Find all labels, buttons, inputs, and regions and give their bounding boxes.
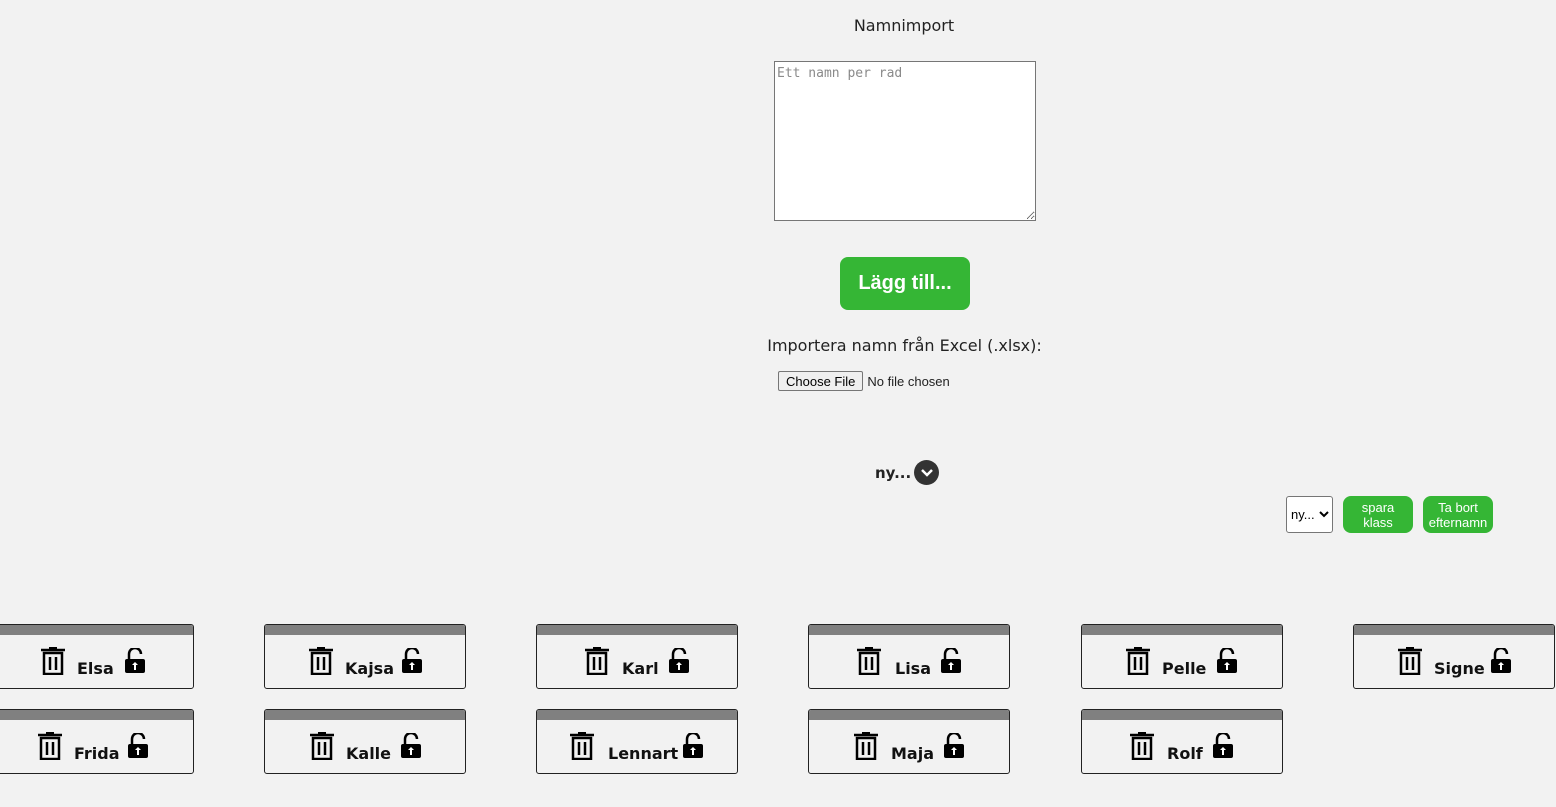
trash-icon[interactable] [40,647,66,679]
file-status: No file chosen [867,373,950,389]
card-drag-bar[interactable] [809,625,1009,635]
card-drag-bar[interactable] [809,710,1009,720]
student-card[interactable]: Rolf [1081,709,1283,774]
unlock-icon[interactable] [1216,646,1238,678]
unlock-icon[interactable] [400,731,422,763]
student-name: Lennart [608,744,679,763]
file-input[interactable]: Choose File No file chosen [778,371,950,391]
unlock-icon[interactable] [124,646,146,678]
card-drag-bar[interactable] [0,710,193,720]
student-name: Lisa [895,659,931,678]
trash-icon[interactable] [309,732,335,764]
trash-icon[interactable] [1129,732,1155,764]
student-card[interactable]: Lennart [536,709,738,774]
student-name: Frida [74,744,120,763]
trash-icon[interactable] [856,647,882,679]
card-drag-bar[interactable] [1082,625,1282,635]
save-class-button[interactable]: spara klass [1343,496,1413,533]
card-drag-bar[interactable] [1082,710,1282,720]
student-name: Elsa [77,659,114,678]
student-card[interactable]: Signe [1353,624,1555,689]
trash-icon[interactable] [1397,647,1423,679]
trash-icon[interactable] [584,647,610,679]
trash-icon[interactable] [569,732,595,764]
student-card[interactable]: Elsa [0,624,194,689]
excel-import-label: Importera namn från Excel (.xlsx): [767,336,1042,355]
unlock-icon[interactable] [940,646,962,678]
class-select[interactable]: ny... [1286,496,1333,533]
unlock-icon[interactable] [1212,731,1234,763]
student-name: Pelle [1162,659,1207,678]
card-drag-bar[interactable] [1354,625,1554,635]
chevron-down-icon[interactable] [914,460,940,485]
student-card[interactable]: Frida [0,709,194,774]
unlock-icon[interactable] [682,731,704,763]
student-card[interactable]: Lisa [808,624,1010,689]
student-card[interactable]: Pelle [1081,624,1283,689]
card-drag-bar[interactable] [537,625,737,635]
student-name: Rolf [1167,744,1203,763]
unlock-icon[interactable] [401,646,423,678]
unlock-icon[interactable] [943,731,965,763]
trash-icon[interactable] [37,732,63,764]
choose-file-button[interactable]: Choose File [778,371,864,391]
student-name: Signe [1434,659,1485,678]
unlock-icon[interactable] [1490,646,1512,678]
names-textarea[interactable] [774,61,1036,221]
card-drag-bar[interactable] [0,625,193,635]
student-name: Karl [622,659,659,678]
class-toggle[interactable]: ny... [875,460,940,485]
card-drag-bar[interactable] [265,625,465,635]
unlock-icon[interactable] [668,646,690,678]
trash-icon[interactable] [853,732,879,764]
class-toggle-label: ny... [875,463,912,482]
student-name: Kalle [346,744,392,763]
card-drag-bar[interactable] [537,710,737,720]
unlock-icon[interactable] [127,731,149,763]
student-card[interactable]: Maja [808,709,1010,774]
page-title: Namnimport [853,16,955,35]
trash-icon[interactable] [1125,647,1151,679]
student-name: Maja [891,744,934,763]
student-name: Kajsa [345,659,394,678]
trash-icon[interactable] [308,647,334,679]
remove-lastname-button[interactable]: Ta bort efternamn [1423,496,1493,533]
card-drag-bar[interactable] [265,710,465,720]
student-card[interactable]: Kalle [264,709,466,774]
add-names-button[interactable]: Lägg till... [840,257,970,310]
student-card[interactable]: Kajsa [264,624,466,689]
student-card[interactable]: Karl [536,624,738,689]
